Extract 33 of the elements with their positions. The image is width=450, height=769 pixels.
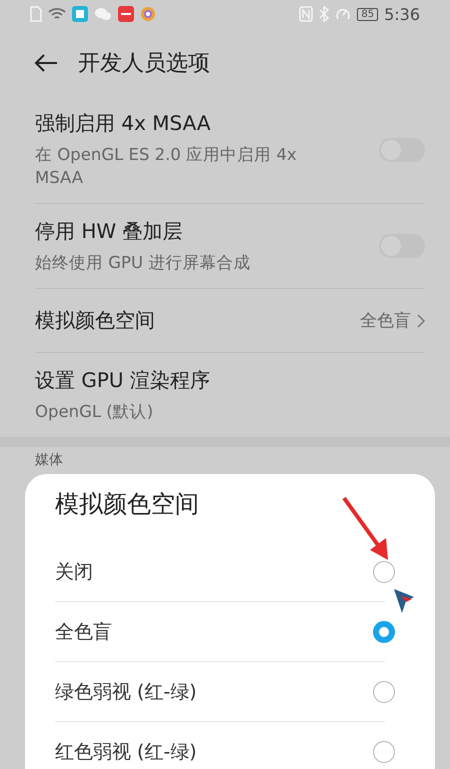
option-label[interactable]: 红色弱视 (红-绿): [55, 738, 197, 764]
section-header: 媒体: [34, 451, 64, 470]
app-notification-icon: [72, 6, 88, 22]
speed-gauge-icon: [335, 6, 352, 22]
radio-button[interactable]: [373, 620, 395, 642]
radio-button[interactable]: [373, 740, 395, 762]
setting-title[interactable]: 设置 GPU 渲染程序: [35, 367, 210, 394]
setting-description: 始终使用 GPU 进行屏幕合成: [35, 252, 250, 274]
dialog-title: 模拟颜色空间: [55, 489, 199, 520]
clock-time: 5:36: [384, 4, 420, 24]
battery-level: 85: [357, 8, 378, 20]
setting-title[interactable]: 停用 HW 叠加层: [35, 218, 250, 246]
setting-title[interactable]: 强制启用 4x MSAA: [35, 110, 340, 137]
radio-button[interactable]: [373, 680, 395, 702]
chat-bubble-icon: [94, 7, 112, 21]
back-arrow-icon[interactable]: [34, 53, 58, 73]
page-title: 开发人员选项: [78, 50, 210, 78]
setting-title[interactable]: 模拟颜色空间: [35, 307, 155, 334]
chevron-right-icon: [417, 314, 425, 328]
mouse-cursor-icon: [393, 588, 415, 614]
bluetooth-icon: [319, 6, 330, 22]
setting-description: 在 OpenGL ES 2.0 应用中启用 4x MSAA: [35, 144, 298, 190]
sim-card-icon: [30, 6, 42, 22]
app-notification-icon: [118, 6, 134, 22]
nfc-icon: [299, 6, 314, 22]
option-label[interactable]: 全色盲: [55, 618, 112, 644]
option-label[interactable]: 绿色弱视 (红-绿): [55, 678, 197, 704]
setting-value: 全色盲: [360, 310, 411, 332]
browser-icon: [140, 6, 156, 22]
setting-description: OpenGL (默认): [35, 401, 154, 424]
wifi-icon: [48, 7, 66, 21]
option-label[interactable]: 关闭: [55, 558, 93, 584]
radio-button[interactable]: [373, 560, 395, 582]
